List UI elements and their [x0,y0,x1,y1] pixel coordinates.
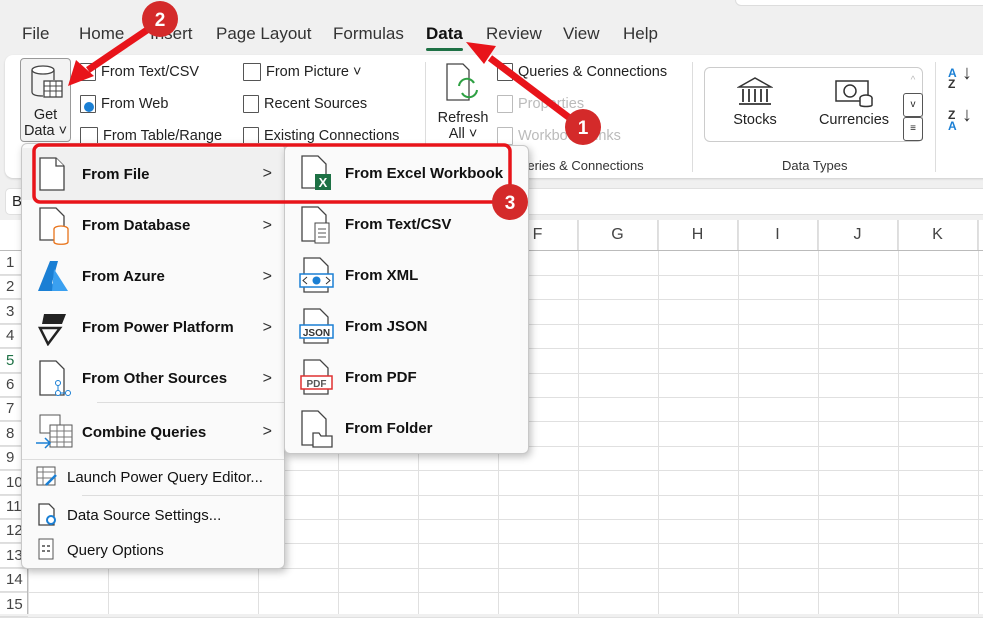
svg-text:3: 3 [505,193,516,214]
badge-2: 2 [142,1,178,37]
arrow-1 [487,55,578,125]
svg-text:1: 1 [578,118,589,139]
row-gridline [0,616,983,618]
arrow-2 [86,25,152,73]
badge-1: 1 [565,109,601,145]
arrowhead-icon [68,60,94,86]
highlight-box [32,143,512,204]
annotation-overlay: 2 1 3 [32,1,601,220]
badge-3: 3 [492,184,528,220]
svg-text:2: 2 [155,10,166,31]
